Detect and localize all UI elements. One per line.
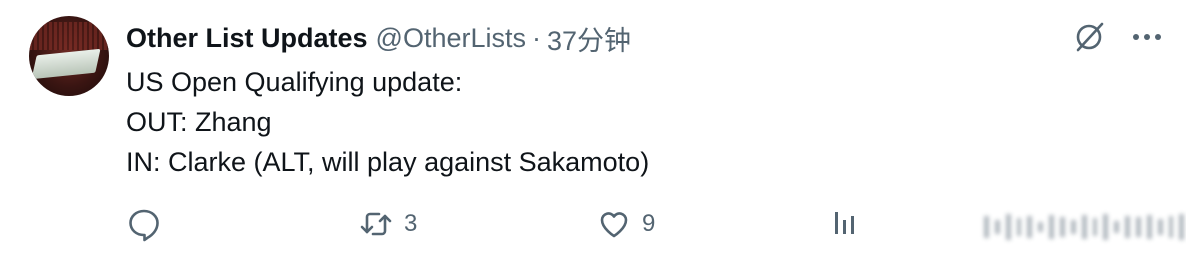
like-count: 9 [642,210,656,237]
separator-dot: · [532,22,541,53]
tweet-card[interactable]: Other List Updates @OtherLists · 37分钟 US… [0,0,1186,262]
avatar-court [31,48,101,80]
heart-icon [600,212,628,238]
avatar-crowd [29,22,109,50]
reply-icon [129,209,159,242]
reply-button[interactable] [126,206,172,242]
action-bar: 3 9 [126,206,1185,246]
timestamp[interactable]: 37分钟 [547,19,631,58]
tweet-line: US Open Qualifying update: [126,67,463,97]
retweet-count: 3 [404,210,418,237]
user-handle[interactable]: @OtherLists [376,23,526,54]
display-name[interactable]: Other List Updates [126,23,368,54]
avatar[interactable] [29,16,109,96]
tweet-top-icons [1072,20,1162,54]
more-dots-icon[interactable] [1132,32,1162,42]
tweet-line: IN: Clarke (ALT, will play against Sakam… [126,147,650,177]
tweet-line: OUT: Zhang [126,107,272,137]
views-button[interactable] [832,206,872,238]
retweet-icon [360,212,392,236]
views-icon [835,212,854,234]
grok-slash-icon[interactable] [1072,20,1106,54]
tweet-text: US Open Qualifying update: OUT: Zhang IN… [126,62,649,182]
retweet-button[interactable]: 3 [358,206,417,242]
tweet-header: Other List Updates @OtherLists · 37分钟 [126,20,631,56]
like-button[interactable]: 9 [596,206,655,242]
blurred-overlay [984,210,1186,244]
